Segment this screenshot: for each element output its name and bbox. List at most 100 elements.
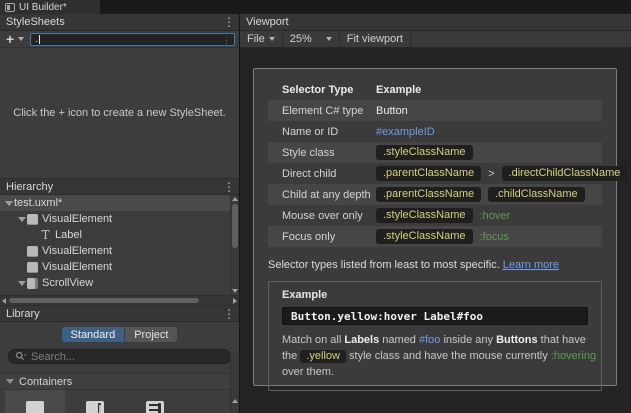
visual-element-icon (26, 400, 44, 413)
viewport-toolbar: File 25% Fit viewport (240, 31, 631, 48)
search-input[interactable] (31, 350, 224, 363)
specificity-note-text: Selector types listed from least to most… (268, 259, 500, 271)
library-menu-icon[interactable]: ⋮ (223, 308, 235, 320)
class-name-chip: .styleClassName (376, 229, 473, 244)
tree-item-label: test.uxml* (14, 197, 63, 209)
scroll-down-icon[interactable] (232, 289, 238, 293)
stylesheets-menu-icon[interactable]: ⋮ (223, 16, 235, 28)
library-tabs: Standard Project (0, 327, 239, 342)
table-header-row: Selector Type Example (268, 79, 602, 100)
library-header: Library ⋮ (0, 305, 239, 322)
tab-project[interactable]: Project (125, 327, 178, 342)
left-column: StyleSheets ⋮ + . ⋮ Click the + icon to … (0, 14, 240, 413)
selector-type-table: Selector Type Example Element C# type Butto… (268, 79, 628, 247)
hierarchy-tree: test.uxml* VisualElement T Label VisualEleme… (0, 195, 239, 305)
viewport-title: Viewport (246, 16, 289, 28)
chevron-down-icon (5, 200, 13, 206)
file-menu-label: File (247, 33, 265, 45)
tree-item-visualelement[interactable]: VisualElement (0, 243, 230, 259)
class-name-chip: .childClassName (488, 187, 585, 202)
viewport-canvas[interactable]: Selector Type Example Element C# type Butto… (240, 48, 631, 413)
add-stylesheet-dropdown-icon[interactable] (18, 37, 25, 41)
tab-title: UI Builder* (19, 1, 67, 13)
selector-type-label: Mouse over only (282, 209, 363, 222)
text-segment: :hovering (550, 350, 597, 362)
tab-standard[interactable]: Standard (61, 327, 125, 342)
label-icon: T (41, 227, 50, 242)
column-header: Selector Type (282, 83, 354, 96)
text-segment: over them. (282, 366, 334, 378)
scroll-right-icon[interactable] (233, 298, 237, 304)
tree-item-scrollview[interactable]: ScrollView (0, 275, 230, 291)
add-stylesheet-button[interactable]: + (4, 32, 16, 46)
ui-builder-icon (5, 2, 15, 12)
table-row: Focus only .styleClassName :focus (268, 226, 602, 247)
text-segment: #foo (418, 334, 441, 346)
class-name-chip: .parentClassName (376, 187, 482, 202)
new-stylesheet-name-input[interactable]: . ⋮ (30, 32, 235, 46)
list-view-icon (146, 400, 164, 413)
containers-section-header[interactable]: Containers (0, 373, 239, 390)
class-name-chip: .yellow (300, 350, 346, 363)
chevron-down-icon (18, 216, 26, 222)
library-tiles (0, 390, 239, 413)
zoom-value: 25% (289, 33, 312, 45)
fit-viewport-button[interactable]: Fit viewport (340, 31, 410, 47)
selector-example: .parentClassName > .directChildClassName (376, 166, 628, 181)
tree-item-test-uxml-[interactable]: test.uxml* (0, 195, 239, 211)
text-caret (38, 34, 40, 44)
selector-type-label: Name or ID (282, 125, 339, 138)
main-layout: StyleSheets ⋮ + . ⋮ Click the + icon to … (0, 14, 631, 413)
selector-example: .styleClassName (376, 145, 602, 160)
scroll-up-icon[interactable] (232, 197, 238, 201)
tree-item-label: ScrollView (42, 277, 94, 289)
specificity-note: Selector types listed from least to most… (268, 259, 602, 271)
tab-ui-builder[interactable]: UI Builder* (0, 0, 100, 14)
tree-item-label[interactable]: T Label (0, 227, 230, 243)
expander-slot[interactable] (17, 216, 27, 222)
library-search-field[interactable] (8, 349, 231, 364)
text-segment: Buttons (496, 334, 538, 346)
expander-slot[interactable] (17, 280, 27, 286)
library-body: Standard Project Containers (0, 322, 239, 413)
tree-item-label: VisualElement (42, 213, 113, 225)
scroll-up-icon[interactable] (232, 399, 238, 403)
hierarchy-menu-icon[interactable]: ⋮ (223, 181, 235, 193)
visual-element-icon (27, 261, 38, 273)
tree-item-visualelement[interactable]: VisualElement (0, 259, 230, 275)
hierarchy-vertical-scrollbar[interactable] (230, 195, 239, 295)
input-options-icon[interactable]: ⋮ (222, 34, 231, 46)
column-header: Example (376, 83, 422, 96)
viewport-column: Viewport File 25% Fit viewport Selector … (240, 14, 631, 413)
tree-item-visualelement[interactable]: VisualElement (0, 211, 230, 227)
selector-help-panel: Selector Type Example Element C# type Butto… (253, 68, 628, 391)
selector-type-label: Focus only (282, 230, 336, 243)
example-code: Button.yellow:hover Label#foo (282, 307, 588, 325)
library-tile-visual-element[interactable] (5, 390, 65, 413)
tree-item-label: Label (55, 229, 82, 241)
text-segment: :focus (479, 230, 509, 243)
library-title: Library (6, 307, 40, 320)
zoom-dropdown[interactable]: 25% (283, 31, 339, 47)
scrollbar-thumb[interactable] (232, 204, 238, 248)
containers-section-label: Containers (19, 375, 73, 388)
hierarchy-horizontal-scrollbar[interactable] (0, 295, 239, 305)
expander-slot[interactable] (4, 200, 14, 206)
scroll-left-icon[interactable] (2, 298, 6, 304)
example-description: Match on all Labels named #foo inside an… (282, 332, 604, 380)
library-scrollbar[interactable] (230, 353, 239, 413)
scrollbar-thumb[interactable] (9, 298, 199, 303)
tree-item-label: VisualElement (42, 245, 113, 257)
selector-example: .styleClassName :focus (376, 229, 602, 244)
text-segment: > (488, 167, 495, 180)
library-tile-scroll-view[interactable] (65, 390, 125, 413)
learn-more-link[interactable]: Learn more (503, 259, 559, 271)
selector-example: Button (376, 105, 602, 117)
text-segment: Match on all (282, 334, 345, 346)
class-name-chip: .parentClassName (376, 166, 482, 181)
table-row: Element C# type Button (268, 100, 602, 121)
text-segment: inside any (440, 334, 497, 346)
class-name-chip: .styleClassName (376, 145, 473, 160)
file-menu[interactable]: File (240, 31, 282, 47)
library-tile-list-view[interactable] (125, 390, 185, 413)
